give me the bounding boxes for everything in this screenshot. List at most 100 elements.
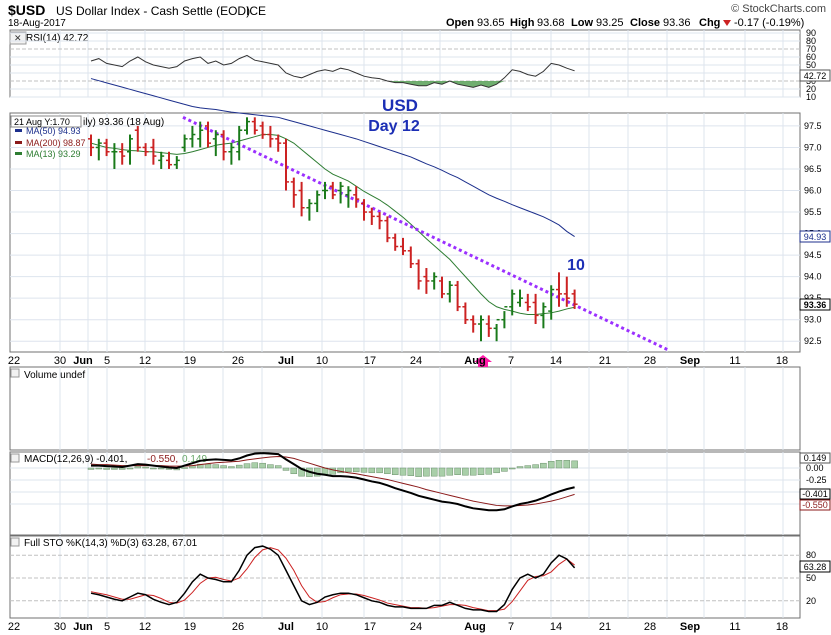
high-label: High xyxy=(510,17,535,29)
x-tick-label-bottom: 7 xyxy=(508,621,514,633)
instrument-name: US Dollar Index - Cash Settle (EOD) xyxy=(56,4,250,18)
price-tick-label: 93.0 xyxy=(804,315,822,325)
stock-chart: $USD US Dollar Index - Cash Settle (EOD)… xyxy=(0,0,831,635)
open-label: Open xyxy=(446,17,474,29)
macd-hist-bar xyxy=(376,467,383,474)
x-tick-label-bottom: 22 xyxy=(8,621,20,633)
sto-tick-label: 80 xyxy=(806,550,816,560)
price-tick-label: 97.5 xyxy=(804,121,822,131)
x-tick-label: 26 xyxy=(232,355,244,367)
macd-hist-bar xyxy=(540,462,547,469)
x-tick-label-bottom: Jul xyxy=(278,621,294,633)
macd-hist-bar xyxy=(469,467,477,476)
macd-hist-bar xyxy=(547,461,555,469)
macd-hist-bar xyxy=(423,467,430,477)
volume-collapse-icon[interactable] xyxy=(10,368,20,378)
annotation-day: Day 12 xyxy=(368,118,420,135)
sto-tick-label: 50 xyxy=(806,573,816,583)
x-tick-label-bottom: 24 xyxy=(410,621,422,633)
macd-hist-bar xyxy=(103,467,110,470)
macd-hist-bar xyxy=(204,463,212,469)
x-tick-label-bottom: 28 xyxy=(644,621,656,633)
price-tick-label: 95.5 xyxy=(804,207,822,217)
rsi-value-tag-text: 42.72 xyxy=(804,71,827,81)
macd-tick-label: -0.25 xyxy=(806,475,827,485)
x-tick-label-bottom: 5 xyxy=(104,621,110,633)
macd-hist-bar xyxy=(516,466,524,469)
high-value: 93.68 xyxy=(537,17,565,29)
low-label: Low xyxy=(571,17,593,29)
pane-frame-rsi xyxy=(9,29,801,98)
macd-hist-bar xyxy=(532,464,539,469)
macd-hist-bar xyxy=(493,467,500,474)
macd-hist-bar xyxy=(267,464,274,469)
macd-hist-bar xyxy=(415,467,422,477)
macd-hist-bar xyxy=(563,460,571,469)
symbol: $USD xyxy=(8,2,45,18)
macd-hist-bar xyxy=(150,467,157,470)
ma50-legend: MA(50) 94.93 xyxy=(26,126,81,136)
price-tick-label: 97.0 xyxy=(804,142,822,152)
macd-hist-bar xyxy=(524,465,532,469)
macd-hist-bar xyxy=(485,467,493,475)
x-tick-label: 19 xyxy=(184,355,196,367)
macd-signal-label: -0.550, xyxy=(147,454,178,465)
macd-hist-bar xyxy=(134,466,142,469)
macd-collapse-icon[interactable] xyxy=(10,453,20,463)
macd-hist-bar xyxy=(454,467,461,475)
x-tick-label: 28 xyxy=(644,355,656,367)
x-tick-label: Sep xyxy=(680,355,700,367)
macd-hist-bar xyxy=(259,462,266,469)
macd-hist-bar xyxy=(220,465,227,469)
close-label: Close xyxy=(630,17,660,29)
macd-hist-bar xyxy=(384,467,391,475)
macd-hist-bar xyxy=(438,467,446,477)
close-value: 93.36 xyxy=(663,17,691,29)
macd-hist-bar xyxy=(360,467,368,473)
ma50-value-tag-text: 94.93 xyxy=(804,232,827,242)
rsi-label: RSI(14) 42.72 xyxy=(26,33,89,44)
brand-logo: © StockCharts.com xyxy=(731,3,826,15)
pane-frame-price xyxy=(9,112,801,353)
macd-hist-bar xyxy=(274,465,282,469)
macd-tick-label: 0.00 xyxy=(806,463,824,473)
macd-hist-bar xyxy=(243,463,251,469)
x-tick-label-bottom: 19 xyxy=(184,621,196,633)
ma200-legend: MA(200) 98.87 xyxy=(26,138,86,148)
price-tick-label: 96.0 xyxy=(804,186,822,196)
x-tick-label: 11 xyxy=(729,355,740,367)
x-tick-label: 21 xyxy=(599,355,611,367)
price-tick-label: 94.0 xyxy=(804,272,822,282)
x-tick-label-bottom: 11 xyxy=(729,621,740,633)
macd-hist-bar xyxy=(345,467,352,473)
x-tick-label-bottom: 14 xyxy=(550,621,562,633)
x-tick-label: 22 xyxy=(8,355,20,367)
x-tick-label: 7 xyxy=(508,355,514,367)
macd-hist-bar xyxy=(181,467,188,469)
x-tick-label: Jun xyxy=(73,355,93,367)
sto-tick-label: 20 xyxy=(806,596,816,606)
sto-label: Full STO %K(14,3) %D(3) 63.28, 67.01 xyxy=(24,538,198,549)
sto-collapse-icon[interactable] xyxy=(10,537,20,547)
macd-hist-bar xyxy=(399,467,407,476)
macd-hist-bar xyxy=(95,467,103,470)
macd-hist-bar xyxy=(508,467,516,470)
macd-hist-bar xyxy=(407,467,415,476)
ma13-legend: MA(13) 93.29 xyxy=(26,149,81,159)
macd-hist-bar xyxy=(462,467,469,476)
chg-value: -0.17 (-0.19%) xyxy=(734,17,804,29)
macd-hist-bar xyxy=(555,460,563,469)
x-tick-label: 10 xyxy=(316,355,328,367)
macd-hist-bar xyxy=(157,467,165,470)
macd-hist-bar xyxy=(87,467,95,470)
macd-hist-bar xyxy=(251,462,259,469)
x-tick-label: 18 xyxy=(776,355,788,367)
macd-hist-bar xyxy=(501,467,508,472)
macd-hist-bar xyxy=(290,467,298,475)
low-value: 93.25 xyxy=(596,17,624,29)
x-tick-label: 5 xyxy=(104,355,110,367)
macd-hist-bar xyxy=(118,467,126,470)
x-tick-label: 17 xyxy=(364,355,376,367)
x-tick-label: Jul xyxy=(278,355,294,367)
annotation-usd: USD xyxy=(382,96,418,115)
